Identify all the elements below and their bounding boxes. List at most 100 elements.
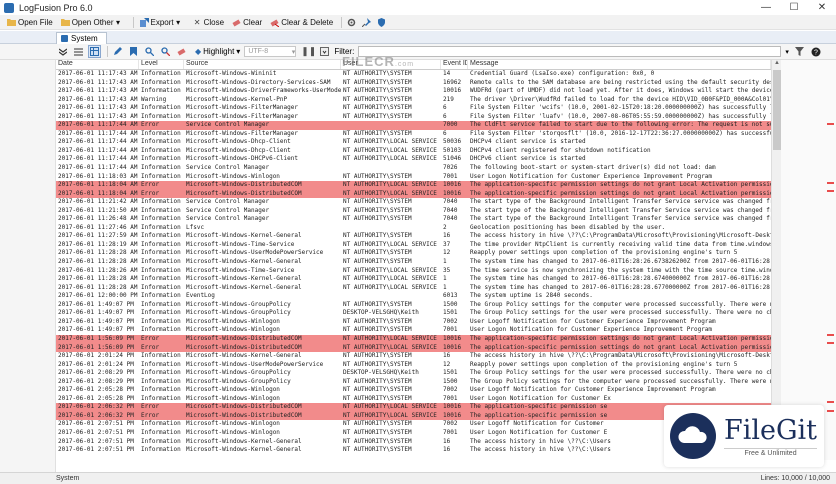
table-row[interactable]: 2017-06-01 11:18:04 AM Error Microsoft-Win…: [56, 189, 771, 199]
find-next-icon[interactable]: [159, 45, 172, 58]
cell-date: 2017-06-01 2:08:29 PM: [58, 377, 134, 385]
table-row[interactable]: 2017-06-01 11:17:44 AM Error Service Contr…: [56, 121, 771, 130]
scroll-thumb[interactable]: [773, 70, 781, 150]
table-row[interactable]: 2017-06-01 2:01:24 PM Information Microsof…: [56, 361, 771, 370]
column-header-level[interactable]: Level: [139, 60, 184, 69]
clear-button[interactable]: Clear: [229, 16, 265, 29]
table-row[interactable]: 2017-06-01 11:17:44 AM Information Microso…: [56, 155, 771, 164]
column-header-source[interactable]: Source: [184, 60, 341, 69]
column-header-message[interactable]: Message: [468, 60, 771, 69]
cell-user: NT AUTHORITY\LOCAL SERVICE: [343, 343, 437, 351]
collapse-icon[interactable]: [56, 45, 69, 58]
cell-level: Error: [141, 334, 160, 342]
table-row[interactable]: 2017-06-01 11:17:44 AM Information Service…: [56, 164, 771, 173]
table-row[interactable]: 2017-06-01 11:17:44 AM Information Microso…: [56, 147, 771, 156]
cell-level: Information: [141, 309, 181, 317]
error-minimap[interactable]: [781, 60, 836, 460]
table-row[interactable]: 2017-06-01 11:21:50 AM Information Service…: [56, 207, 771, 216]
table-row[interactable]: 2017-06-01 2:08:29 PM Information Microsof…: [56, 369, 771, 378]
filter-divider: [107, 46, 108, 57]
table-row[interactable]: 2017-06-01 2:05:28 PM Information Microsof…: [56, 395, 771, 404]
table-row[interactable]: 2017-06-01 1:49:07 PM Information Microsof…: [56, 301, 771, 310]
edit-icon[interactable]: [111, 45, 124, 58]
pin-icon[interactable]: [360, 16, 373, 29]
pause-icon[interactable]: ❚❚: [301, 45, 316, 58]
table-row[interactable]: 2017-06-01 11:26:48 AM Information Service…: [56, 215, 771, 224]
table-row[interactable]: 2017-06-01 11:17:43 AM Information Microso…: [56, 70, 771, 79]
cell-source: Microsoft-Windows-DistributedCOM: [186, 334, 302, 342]
table-row[interactable]: 2017-06-01 1:56:09 PM Error Microsoft-Wind…: [56, 334, 771, 344]
table-row[interactable]: 2017-06-01 12:00:00 PM Information EventLo…: [56, 292, 771, 301]
cell-event: 2: [443, 223, 447, 231]
cell-message: The system time has changed to 2017-06-0…: [470, 283, 771, 291]
help-icon[interactable]: ?: [809, 45, 822, 58]
close-button[interactable]: ✕ Close: [190, 16, 227, 29]
cell-source: Service Control Manager: [186, 206, 270, 214]
log-grid[interactable]: Date Level Source User Event ID Message …: [56, 60, 771, 460]
cell-message: The start type of the Background Intelli…: [470, 215, 771, 223]
shield-icon[interactable]: [375, 16, 388, 29]
cell-source: Microsoft-Windows-Time-Service: [186, 240, 295, 248]
grid-view-icon[interactable]: [88, 45, 101, 58]
grid-body: 2017-06-01 11:17:43 AM Information Microso…: [56, 70, 771, 455]
settings-icon[interactable]: [345, 16, 358, 29]
table-row[interactable]: 2017-06-01 11:27:46 AM Information Lfsvc 2 G…: [56, 224, 771, 233]
table-row[interactable]: 2017-06-01 2:08:29 PM Information Microsof…: [56, 378, 771, 387]
table-row[interactable]: 2017-06-01 1:49:07 PM Information Microsof…: [56, 309, 771, 318]
clear-delete-icon: [270, 18, 280, 27]
table-row[interactable]: 2017-06-01 11:28:28 AM Information Microso…: [56, 249, 771, 258]
filter-input[interactable]: [358, 46, 782, 57]
cell-user: [341, 121, 441, 130]
cell-user: DESKTOP-VELSGHQ\Keith: [343, 369, 419, 377]
table-row[interactable]: 2017-06-01 11:17:43 AM Information Microso…: [56, 87, 771, 96]
tab-system[interactable]: System: [56, 32, 107, 44]
autoscroll-icon[interactable]: [318, 45, 331, 58]
table-row[interactable]: 2017-06-01 11:28:28 AM Information Microso…: [56, 275, 771, 284]
cell-event: 14: [443, 70, 451, 77]
table-row[interactable]: 2017-06-01 1:49:07 PM Information Microsof…: [56, 318, 771, 327]
column-header-date[interactable]: Date: [56, 60, 139, 69]
cell-date: 2017-06-01 11:28:26 AM: [58, 266, 138, 274]
table-row[interactable]: 2017-06-01 11:28:19 AM Information Microso…: [56, 241, 771, 250]
cell-level: Information: [141, 155, 181, 163]
table-row[interactable]: 2017-06-01 1:56:09 PM Error Microsoft-Wind…: [56, 343, 771, 353]
table-row[interactable]: 2017-06-01 11:28:28 AM Information Microso…: [56, 284, 771, 293]
cell-event: 219: [443, 95, 454, 103]
table-row[interactable]: 2017-06-01 11:17:44 AM Information Microso…: [56, 130, 771, 139]
table-row[interactable]: 2017-06-01 11:17:43 AM Information Microso…: [56, 104, 771, 113]
table-row[interactable]: 2017-06-01 11:17:44 AM Information Microso…: [56, 138, 771, 147]
maximize-button[interactable]: ☐: [780, 0, 808, 15]
clear-delete-button[interactable]: Clear & Delete: [267, 16, 336, 29]
cell-level: Information: [141, 112, 181, 120]
table-row[interactable]: 2017-06-01 1:49:07 PM Information Microsof…: [56, 326, 771, 335]
vertical-scrollbar[interactable]: ▲: [771, 60, 781, 460]
open-other-button[interactable]: Open Other ▾: [58, 16, 128, 29]
table-row[interactable]: 2017-06-01 11:21:42 AM Information Service…: [56, 198, 771, 207]
highlight-dropdown[interactable]: ◆ Highlight ▾: [195, 47, 240, 56]
table-row[interactable]: 2017-06-01 11:28:28 AM Information Microso…: [56, 258, 771, 267]
table-row[interactable]: 2017-06-01 11:27:59 AM Information Microso…: [56, 232, 771, 241]
encoding-select[interactable]: UTF-8 ▾: [244, 46, 297, 57]
table-row[interactable]: 2017-06-01 2:01:24 PM Information Microsof…: [56, 352, 771, 361]
table-row[interactable]: 2017-06-01 11:18:04 AM Error Microsoft-Win…: [56, 181, 771, 190]
cell-user: NT AUTHORITY\LOCAL SERVICE: [343, 334, 437, 342]
clear-filter-icon[interactable]: [175, 45, 188, 58]
cell-source: Microsoft-Windows-Kernel-General: [186, 446, 302, 454]
close-window-button[interactable]: ✕: [808, 0, 836, 15]
list-view-icon[interactable]: [72, 45, 85, 58]
table-row[interactable]: 2017-06-01 11:17:43 AM Information Microso…: [56, 113, 771, 122]
export-button[interactable]: Export ▾: [137, 16, 188, 29]
apply-filter-icon[interactable]: [793, 45, 806, 58]
minimize-button[interactable]: —: [752, 0, 780, 15]
chevron-down-icon[interactable]: ▾: [785, 48, 793, 56]
table-row[interactable]: 2017-06-01 11:28:26 AM Information Microso…: [56, 267, 771, 276]
find-icon[interactable]: [143, 45, 156, 58]
table-row[interactable]: 2017-06-01 2:05:28 PM Information Microsof…: [56, 386, 771, 395]
table-row[interactable]: 2017-06-01 11:18:03 AM Information Microso…: [56, 173, 771, 182]
table-row[interactable]: 2017-06-01 11:17:43 AM Warning Microsoft-W…: [56, 96, 771, 105]
column-header-event-id[interactable]: Event ID: [441, 60, 468, 69]
table-row[interactable]: 2017-06-01 11:17:43 AM Information Microso…: [56, 79, 771, 88]
open-file-button[interactable]: Open File: [4, 16, 56, 29]
cell-source: Microsoft-Windows-FilterManager: [186, 129, 298, 137]
bookmark-icon[interactable]: [127, 45, 140, 58]
